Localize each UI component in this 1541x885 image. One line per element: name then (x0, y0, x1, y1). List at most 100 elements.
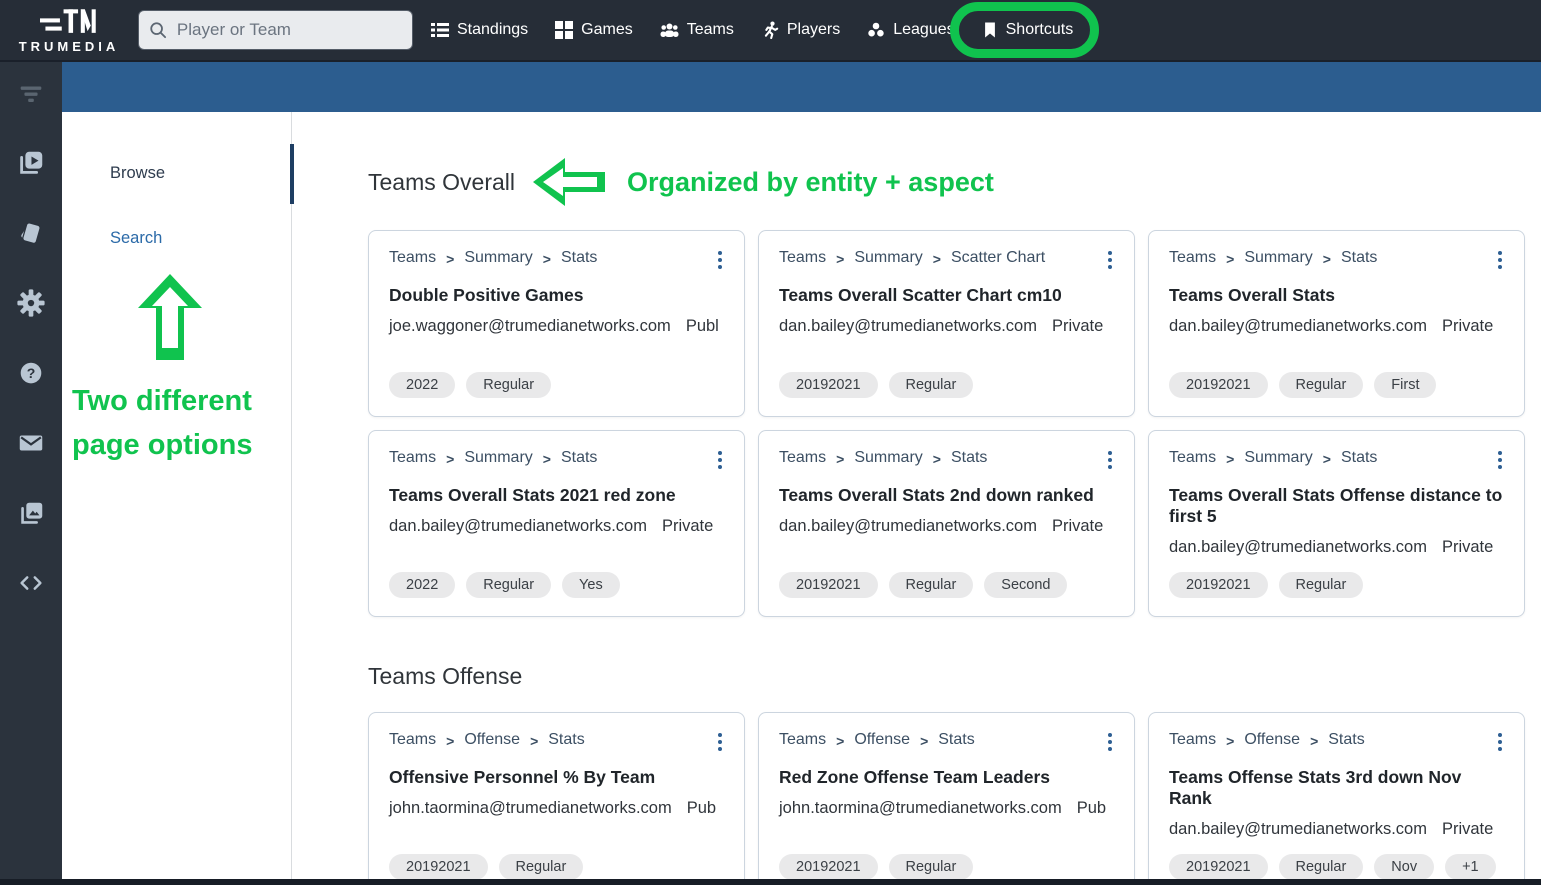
kebab-menu-icon[interactable] (1104, 247, 1116, 273)
card-owner-row: dan.bailey@trumedianetworks.comPrivate (1169, 820, 1504, 839)
shortcut-card[interactable]: Teams>Summary>Stats Teams Overall Stats … (758, 430, 1135, 617)
filter-badge: Regular (499, 854, 584, 880)
help-icon[interactable]: ? (14, 356, 48, 390)
breadcrumb-item[interactable]: Offense (1244, 731, 1300, 749)
nav-item-shortcuts[interactable]: Shortcuts (982, 21, 1074, 39)
card-title: Teams Overall Stats 2nd down ranked (779, 485, 1114, 506)
kebab-menu-icon[interactable] (1104, 447, 1116, 473)
filter-badge: 20192021 (779, 854, 878, 880)
card-title: Teams Overall Stats (1169, 285, 1504, 306)
breadcrumb-item[interactable]: Summary (854, 449, 922, 467)
card-visibility: Pub (1077, 799, 1106, 817)
filter-icon[interactable] (14, 76, 48, 110)
breadcrumb-item[interactable]: Stats (561, 449, 597, 467)
filter-badge: Regular (466, 572, 551, 598)
nav-item-games[interactable]: Games (555, 21, 633, 39)
card-title: Offensive Personnel % By Team (389, 767, 724, 788)
page-options-panel: Browse Search Two different page options (62, 112, 292, 885)
card-grid: Teams>Summary>Stats Double Positive Game… (368, 230, 1541, 617)
chevron-right-icon: > (933, 251, 941, 267)
teams-people-icon (660, 21, 679, 39)
shortcut-card[interactable]: Teams>Summary>Stats Teams Overall Stats … (1148, 230, 1525, 417)
breadcrumb-item[interactable]: Scatter Chart (951, 249, 1045, 267)
shortcut-card[interactable]: Teams>Summary>Stats Teams Overall Stats … (1148, 430, 1525, 617)
breadcrumb-item[interactable]: Offense (854, 731, 910, 749)
flashcards-icon[interactable] (14, 216, 48, 250)
chevron-right-icon: > (1226, 251, 1234, 267)
standings-list-icon (431, 21, 449, 39)
card-visibility: Publ (686, 317, 719, 335)
card-badges: 20192021RegularNov+1 (1169, 854, 1504, 880)
shortcut-card[interactable]: Teams>Offense>Stats Offensive Personnel … (368, 712, 745, 885)
code-icon[interactable] (14, 566, 48, 600)
kebab-menu-icon[interactable] (1494, 729, 1506, 755)
nav-label: Games (581, 21, 633, 39)
video-library-icon[interactable] (14, 146, 48, 180)
shortcut-card[interactable]: Teams>Offense>Stats Red Zone Offense Tea… (758, 712, 1135, 885)
top-navbar: TRUMEDIA Standings Games (0, 0, 1541, 62)
breadcrumb-item[interactable]: Summary (464, 449, 532, 467)
breadcrumb-item[interactable]: Stats (938, 731, 974, 749)
breadcrumb-item[interactable]: Summary (854, 249, 922, 267)
breadcrumb-item[interactable]: Teams (1169, 731, 1216, 749)
breadcrumb-item[interactable]: Teams (779, 249, 826, 267)
shortcut-card[interactable]: Teams>Offense>Stats Teams Offense Stats … (1148, 712, 1525, 885)
annotation-note: Two different page options (72, 379, 291, 467)
breadcrumb-item[interactable]: Teams (779, 731, 826, 749)
card-owner: dan.bailey@trumedianetworks.com (779, 517, 1037, 535)
nav-item-leagues[interactable]: Leagues (867, 21, 954, 39)
card-owner-row: dan.bailey@trumedianetworks.comPrivate (1169, 538, 1504, 557)
search-input[interactable] (175, 19, 402, 41)
icon-sidebar: ? (0, 62, 62, 885)
global-search[interactable] (138, 10, 413, 50)
nav-label: Leagues (893, 21, 954, 39)
shortcut-card[interactable]: Teams>Summary>Scatter Chart Teams Overal… (758, 230, 1135, 417)
shortcut-card[interactable]: Teams>Summary>Stats Teams Overall Stats … (368, 430, 745, 617)
mail-icon[interactable] (14, 426, 48, 460)
panel-item-search[interactable]: Search (110, 229, 291, 248)
breadcrumb-item[interactable]: Offense (464, 731, 520, 749)
card-owner: dan.bailey@trumedianetworks.com (389, 517, 647, 535)
card-owner-row: dan.bailey@trumedianetworks.comPrivate (389, 517, 724, 536)
kebab-menu-icon[interactable] (1104, 729, 1116, 755)
breadcrumb-item[interactable]: Summary (1244, 249, 1312, 267)
media-gallery-icon[interactable] (14, 496, 48, 530)
breadcrumb-item[interactable]: Stats (1341, 449, 1377, 467)
breadcrumb-item[interactable]: Teams (389, 449, 436, 467)
panel-item-browse[interactable]: Browse (110, 164, 291, 183)
filter-badge: 2022 (389, 372, 455, 398)
breadcrumb-item[interactable]: Teams (1169, 249, 1216, 267)
filter-badge: Regular (466, 372, 551, 398)
breadcrumb-item[interactable]: Stats (548, 731, 584, 749)
breadcrumb-item[interactable]: Stats (1328, 731, 1364, 749)
kebab-menu-icon[interactable] (714, 729, 726, 755)
card-owner: dan.bailey@trumedianetworks.com (779, 317, 1037, 335)
breadcrumb-item[interactable]: Stats (561, 249, 597, 267)
card-badges: 2022 Regular (389, 372, 724, 398)
chevron-right-icon: > (836, 251, 844, 267)
breadcrumb-item[interactable]: Stats (951, 449, 987, 467)
shortcut-card[interactable]: Teams>Summary>Stats Double Positive Game… (368, 230, 745, 417)
kebab-menu-icon[interactable] (1494, 247, 1506, 273)
breadcrumb-item[interactable]: Teams (1169, 449, 1216, 467)
breadcrumb-item[interactable]: Teams (389, 731, 436, 749)
breadcrumb-item[interactable]: Teams (779, 449, 826, 467)
breadcrumb-item[interactable]: Summary (1244, 449, 1312, 467)
settings-gear-icon[interactable] (14, 286, 48, 320)
card-grid: Teams>Offense>Stats Offensive Personnel … (368, 712, 1541, 885)
filter-badge: 20192021 (779, 572, 878, 598)
nav-item-standings[interactable]: Standings (431, 21, 528, 39)
breadcrumb-item[interactable]: Stats (1341, 249, 1377, 267)
kebab-menu-icon[interactable] (714, 247, 726, 273)
breadcrumb-item[interactable]: Teams (389, 249, 436, 267)
chevron-right-icon: > (446, 451, 454, 467)
card-visibility: Pub (687, 799, 716, 817)
kebab-menu-icon[interactable] (714, 447, 726, 473)
trumedia-logo[interactable]: TRUMEDIA (10, 7, 128, 54)
kebab-menu-icon[interactable] (1494, 447, 1506, 473)
annotation-left-arrow (533, 156, 605, 208)
nav-item-players[interactable]: Players (761, 21, 840, 39)
card-owner: dan.bailey@trumedianetworks.com (1169, 820, 1427, 838)
nav-item-teams[interactable]: Teams (660, 21, 734, 39)
breadcrumb-item[interactable]: Summary (464, 249, 532, 267)
